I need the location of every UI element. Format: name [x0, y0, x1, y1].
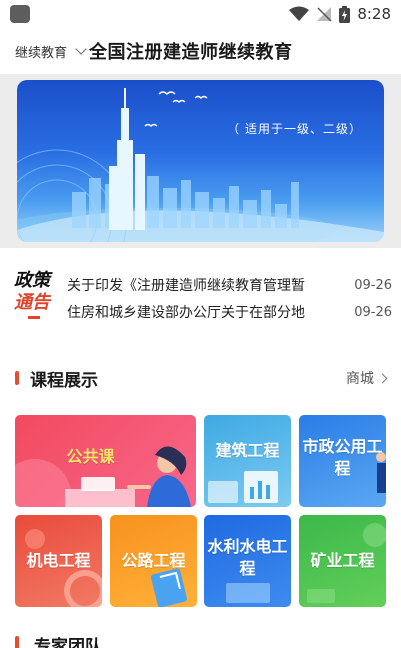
shop-link[interactable]: 商城 — [346, 368, 388, 388]
chevron-right-icon — [377, 373, 388, 383]
org-selector-label: 继续教育 — [15, 45, 68, 61]
city-skyline-illustration — [17, 88, 384, 242]
news-item[interactable]: 关于印发《注册建造师继续教育管理暂 09-26 — [67, 274, 392, 296]
clock: 8:28 — [357, 5, 391, 23]
page-title: 全国注册建造师继续教育 — [89, 42, 293, 63]
course-tile-label: 机电工程 — [26, 551, 91, 570]
banner[interactable]: （ 适用于一级、二级） — [17, 80, 384, 242]
policy-logo-line1: 政策 — [14, 270, 50, 291]
course-tile-label: 矿业工程 — [310, 551, 375, 570]
policy-logo-underline — [28, 316, 40, 319]
course-tile-label: 市政公用工程 — [302, 437, 383, 478]
shop-link-label: 商城 — [346, 371, 374, 387]
course-tile-electromechanical[interactable]: 机电工程 — [15, 515, 102, 607]
section-marker — [15, 371, 19, 385]
status-icons: 8:28 — [289, 5, 391, 23]
battery-icon — [339, 5, 351, 23]
chevron-down-icon — [75, 42, 87, 55]
news-title: 关于印发《注册建造师继续教育管理暂 — [67, 278, 305, 294]
banner-caption: （ 适用于一级、二级） — [227, 122, 362, 136]
courses-section-header: 课程展示 商城 — [0, 364, 401, 392]
news-date: 09-26 — [354, 277, 392, 293]
course-tile-building[interactable]: 建筑工程 — [204, 415, 291, 507]
org-selector[interactable]: 继续教育 — [15, 42, 87, 61]
policy-logo-line2: 通告 — [14, 292, 50, 313]
banner-section: （ 适用于一级、二级） — [0, 74, 401, 248]
course-tile-water-conservancy[interactable]: 水利水电工程 — [204, 515, 291, 607]
courses-section-title: 课程展示 — [30, 370, 98, 391]
course-tile-public[interactable]: 公共课 — [15, 415, 196, 507]
course-tile-label: 公路工程 — [121, 551, 186, 570]
expert-team-section-header: 专家团队 — [0, 630, 401, 648]
expert-team-title: 专家团队 — [34, 637, 102, 648]
course-tile-label: 公共课 — [66, 447, 115, 466]
course-tile-mining[interactable]: 矿业工程 — [299, 515, 386, 607]
wifi-icon — [289, 6, 310, 21]
course-tile-label: 水利水电工程 — [207, 537, 288, 578]
section-marker — [15, 636, 19, 648]
status-bar: 8:28 — [0, 0, 401, 28]
policy-logo: 政策 通告 — [14, 270, 60, 326]
course-tile-label: 建筑工程 — [215, 441, 280, 460]
app-notification-icon — [10, 5, 30, 23]
news-date: 09-26 — [354, 304, 392, 320]
news-item[interactable]: 住房和城乡建设部办公厅关于在部分地 09-26 — [67, 301, 392, 323]
app-header: 继续教育 全国注册建造师继续教育 — [0, 34, 401, 68]
news-title: 住房和城乡建设部办公厅关于在部分地 — [67, 305, 305, 321]
course-tile-highway[interactable]: 公路工程 — [110, 515, 197, 607]
policy-notices: 政策 通告 关于印发《注册建造师继续教育管理暂 09-26 住房和城乡建设部办公… — [0, 248, 401, 336]
course-tile-municipal[interactable]: 市政公用工程 — [299, 415, 386, 507]
no-signal-icon — [317, 7, 332, 22]
